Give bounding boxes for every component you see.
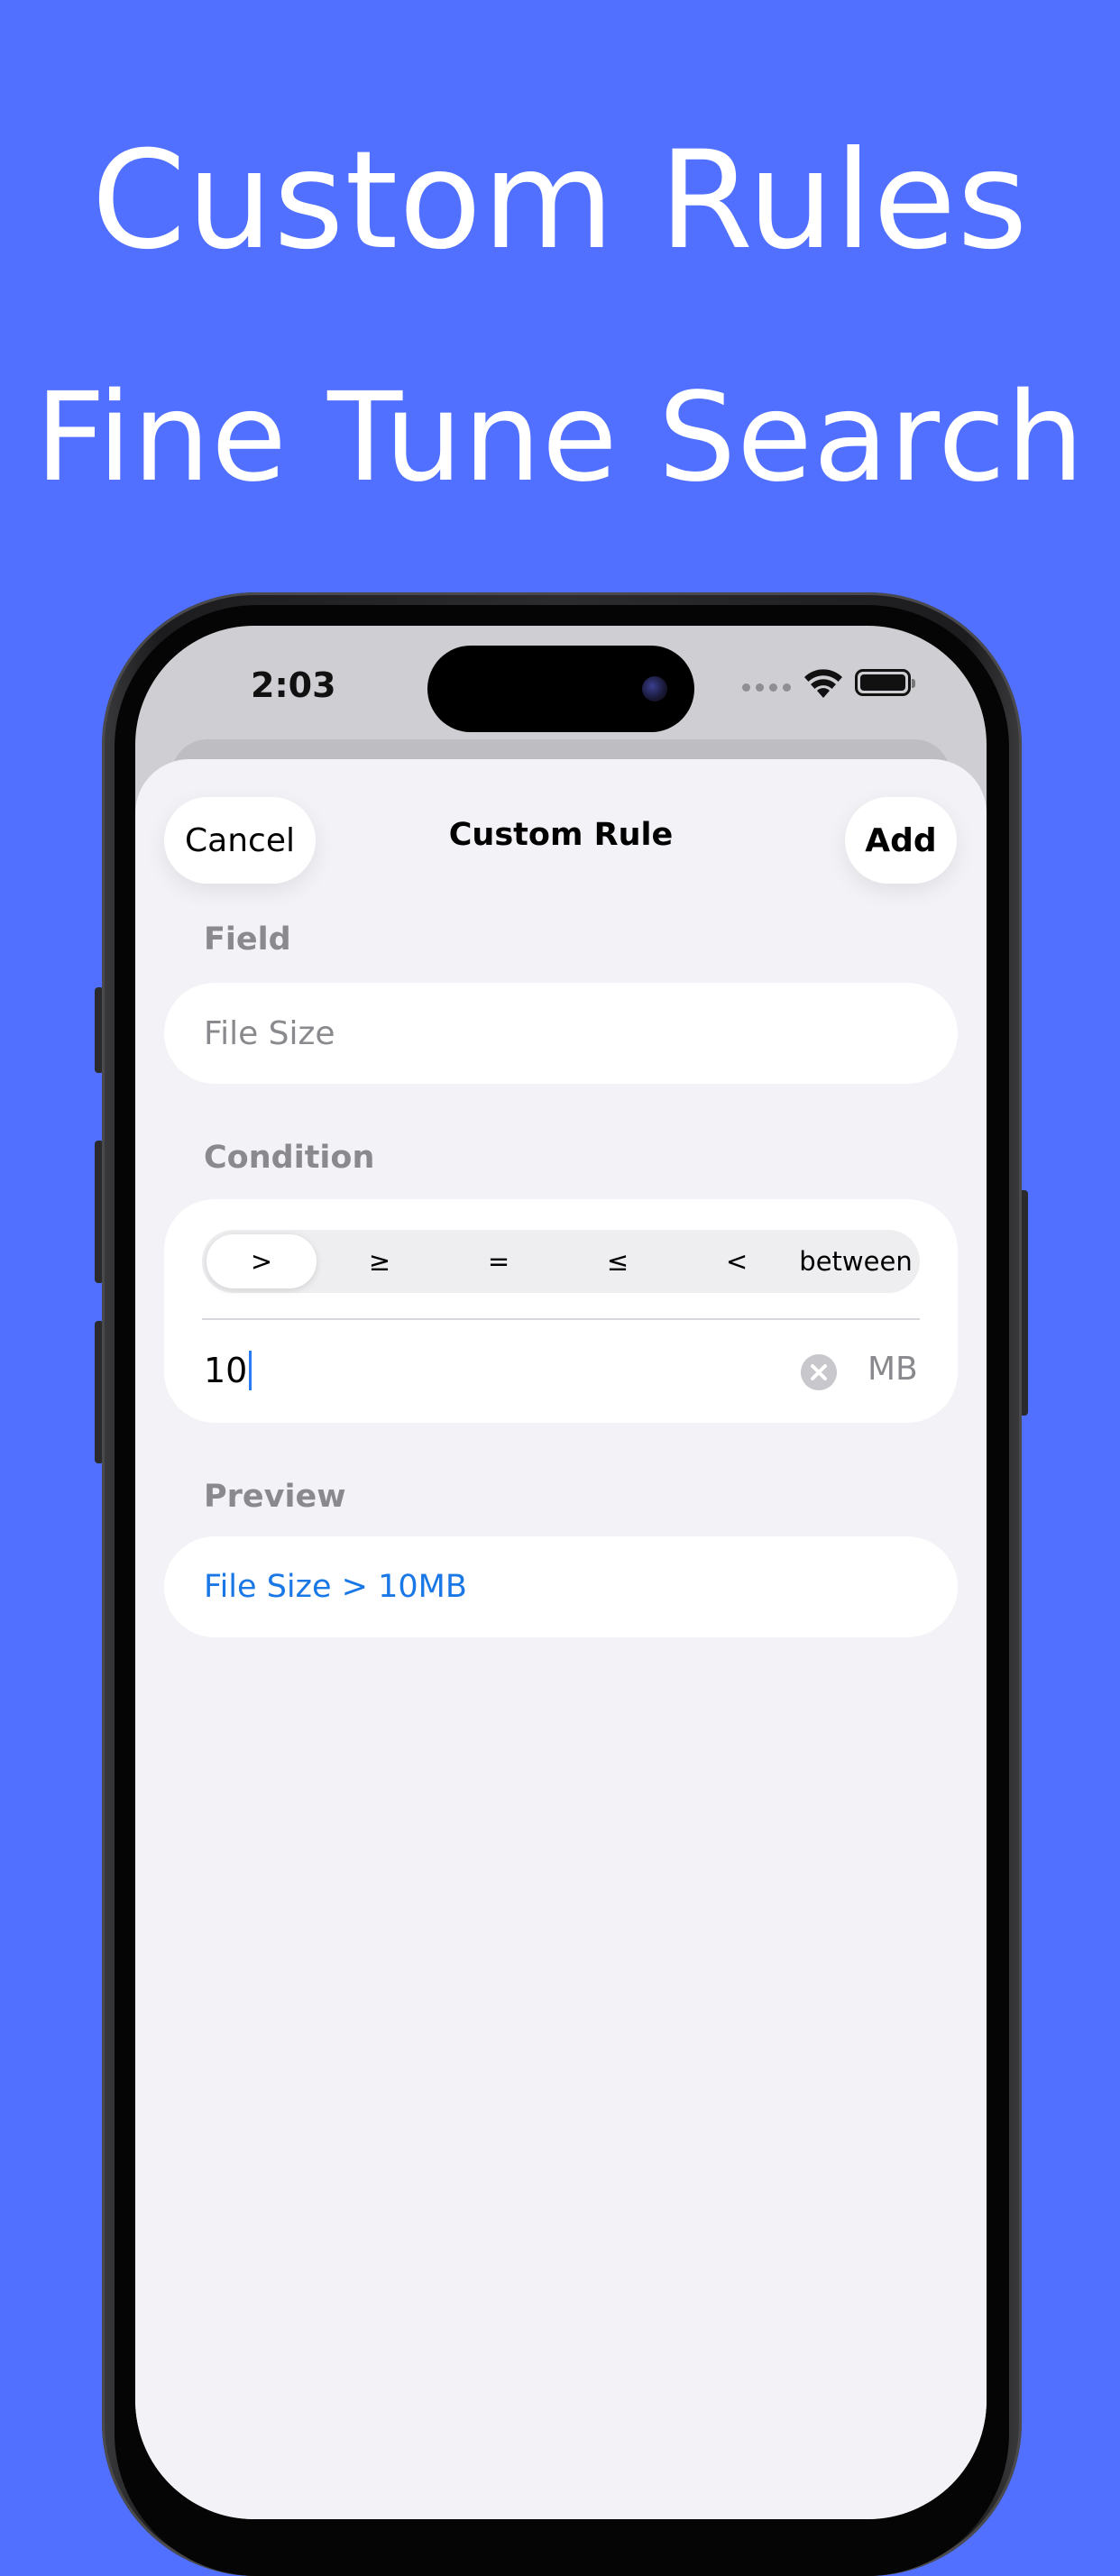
amount-input[interactable]: 10 [204, 1351, 252, 1390]
operator-equal[interactable]: = [445, 1234, 553, 1288]
unit-label: MB [868, 1351, 918, 1388]
custom-rule-sheet: Cancel Custom Rule Add Field File Size C… [135, 759, 987, 2519]
field-picker[interactable]: File Size [164, 983, 958, 1084]
hero-title: Custom Rules [91, 123, 1029, 280]
operator-less-or-equal[interactable]: ≤ [564, 1234, 672, 1288]
field-section-label: Field [204, 921, 291, 958]
operator-between[interactable]: between [792, 1234, 920, 1288]
dynamic-island [427, 646, 694, 732]
operator-greater-or-equal[interactable]: ≥ [326, 1234, 434, 1288]
clear-icon[interactable] [801, 1354, 837, 1390]
status-time: 2:03 [251, 665, 336, 705]
field-value: File Size [204, 1015, 335, 1052]
camera-icon [642, 676, 667, 701]
operator-less-than[interactable]: < [683, 1234, 791, 1288]
condition-card: > ≥ = ≤ < between 10 MB [164, 1199, 958, 1423]
text-caret [249, 1351, 252, 1390]
operator-greater-than[interactable]: > [207, 1234, 317, 1288]
amount-value: 10 [204, 1351, 248, 1390]
add-button[interactable]: Add [845, 797, 957, 884]
hero-subtitle: Fine Tune Search [34, 367, 1086, 509]
battery-icon [855, 669, 915, 696]
divider [202, 1318, 920, 1320]
operator-segmented-control: > ≥ = ≤ < between [202, 1230, 920, 1293]
preview-card: File Size > 10MB [164, 1536, 958, 1637]
preview-section-label: Preview [204, 1479, 346, 1515]
signal-dots-icon [742, 683, 791, 692]
condition-section-label: Condition [204, 1140, 375, 1176]
preview-text: File Size > 10MB [204, 1569, 467, 1605]
wifi-icon [804, 669, 842, 698]
phone-screen: 2:03 Cancel Custom Rule Add Field File S… [135, 626, 987, 2519]
